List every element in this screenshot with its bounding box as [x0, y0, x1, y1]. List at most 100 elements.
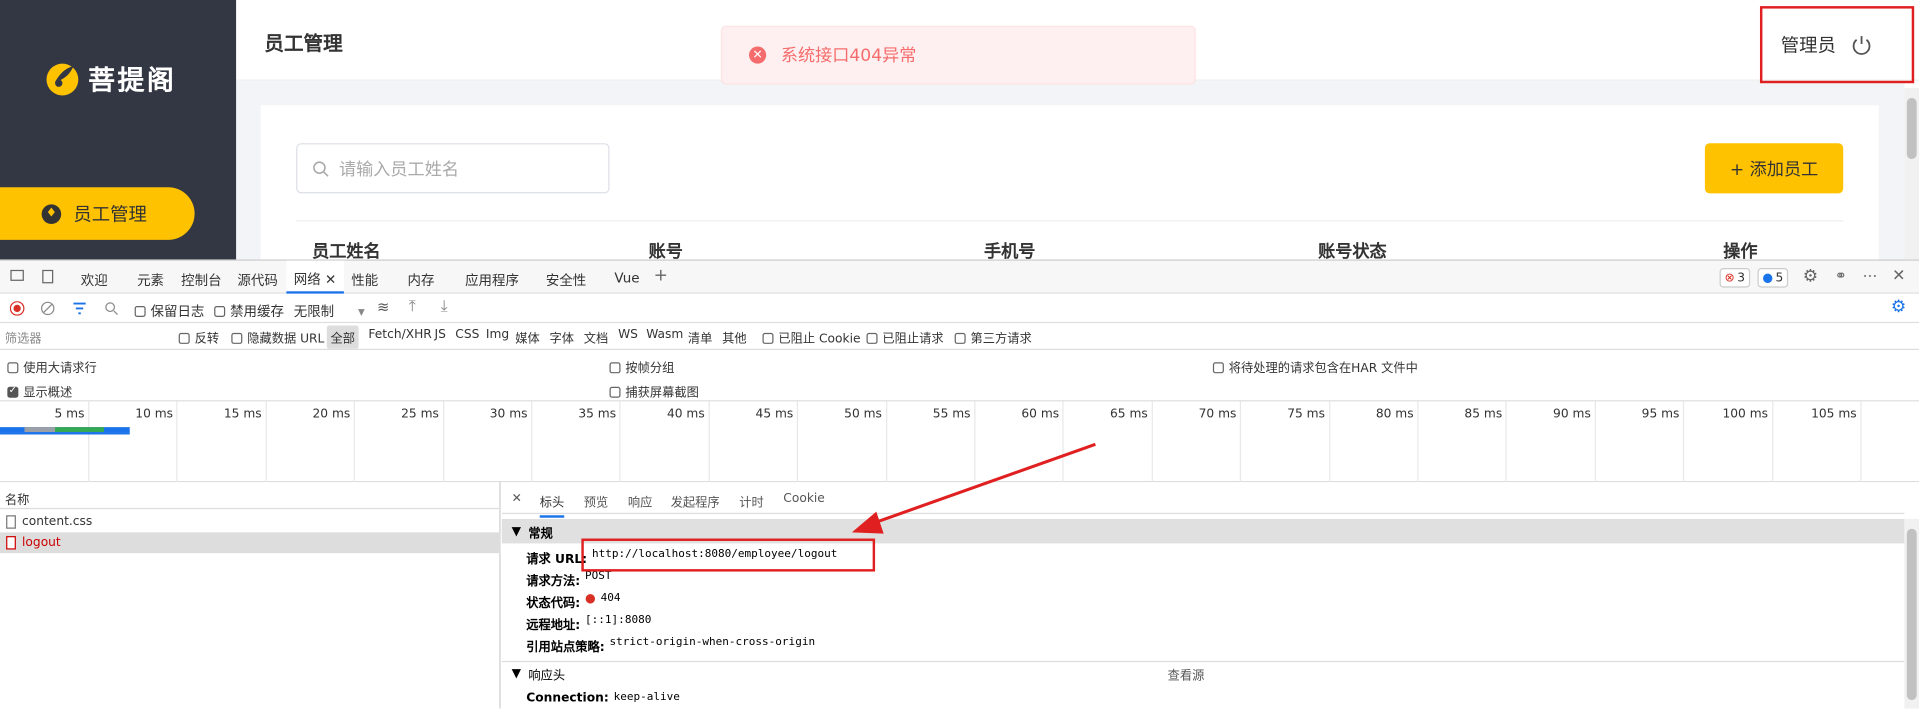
- filter-type-font[interactable]: 字体: [550, 328, 574, 346]
- timeline-gridline: [796, 401, 799, 483]
- blocked-requests-checkbox[interactable]: 已阻止请求: [866, 328, 944, 346]
- filter-type-img[interactable]: Img: [486, 328, 509, 341]
- timeline-tick-label: 20 ms: [312, 407, 351, 422]
- toast-message: 系统接口404异常: [780, 46, 917, 67]
- devtools-tab-bar: 欢迎 元素 控制台 源代码 网络 ✕ 性能 内存 应用程序 安全性 Vue + …: [0, 259, 1919, 294]
- tab-headers[interactable]: 标头: [539, 492, 565, 518]
- upload-icon[interactable]: ⤒: [409, 297, 416, 315]
- preserve-log-checkbox[interactable]: 保留日志: [134, 301, 204, 321]
- throttle-select[interactable]: 无限制 ▾: [294, 301, 365, 321]
- more-options-icon[interactable]: ⋯: [1863, 267, 1878, 284]
- timeline-tick-label: 75 ms: [1287, 407, 1325, 422]
- filter-icon[interactable]: [72, 301, 87, 316]
- blocked-cookies-checkbox[interactable]: 已阻止 Cookie: [762, 328, 861, 346]
- filter-type-css[interactable]: CSS: [455, 328, 479, 341]
- close-tab-icon[interactable]: ✕: [325, 272, 336, 288]
- invert-checkbox[interactable]: 反转: [178, 328, 219, 346]
- request-list: 名称 content.css logout: [0, 482, 501, 709]
- large-rows-label: 使用大请求行: [23, 362, 97, 376]
- tab-sources[interactable]: 源代码: [237, 270, 277, 290]
- filter-type-ws[interactable]: WS: [618, 328, 638, 341]
- tab-response[interactable]: 响应: [628, 492, 652, 510]
- add-tab-icon[interactable]: +: [654, 266, 668, 286]
- response-headers-section-header[interactable]: ▼ 响应头 查看源: [501, 660, 1905, 685]
- tab-network[interactable]: 网络 ✕: [286, 260, 344, 294]
- filter-type-fetch-xhr[interactable]: Fetch/XHR: [368, 328, 431, 341]
- tab-console[interactable]: 控制台: [181, 270, 221, 290]
- capture-screenshots-checkbox[interactable]: 捕获屏幕截图: [609, 382, 699, 400]
- error-icon: ⊗: [1724, 271, 1735, 285]
- filter-type-wasm[interactable]: Wasm: [646, 328, 683, 341]
- timeline-tick-label: 60 ms: [1021, 407, 1060, 422]
- error-badge[interactable]: ⊗ 3: [1719, 268, 1750, 288]
- filter-type-doc[interactable]: 文档: [584, 328, 608, 346]
- large-rows-checkbox[interactable]: 使用大请求行: [7, 357, 97, 376]
- download-icon[interactable]: ⤓: [441, 297, 448, 315]
- inspect-icon[interactable]: [40, 269, 55, 284]
- close-detail-icon[interactable]: ✕: [512, 492, 522, 505]
- search-input[interactable]: 请输入员工姓名: [296, 143, 610, 194]
- har-include-checkbox[interactable]: 将待处理的请求包含在HAR 文件中: [1212, 357, 1418, 376]
- third-party-checkbox[interactable]: 第三方请求: [954, 328, 1032, 346]
- close-devtools-icon[interactable]: ✕: [1892, 267, 1905, 285]
- column-header-name[interactable]: 名称: [5, 490, 29, 507]
- show-overview-checkbox[interactable]: 显示概述: [7, 382, 72, 400]
- filter-type-js[interactable]: JS: [434, 328, 445, 341]
- request-method-value: POST: [585, 570, 612, 583]
- timeline-tick-label: 11: [1872, 408, 1919, 421]
- search-icon[interactable]: [104, 301, 119, 316]
- app-scrollbar[interactable]: [1904, 88, 1919, 260]
- timeline-tick-label: 10 ms: [135, 407, 174, 422]
- request-method-row: 请求方法: POST: [526, 570, 611, 588]
- filter-type-all[interactable]: 全部: [326, 325, 359, 349]
- tab-timing[interactable]: 计时: [739, 492, 763, 510]
- sidebar-item-employee-management[interactable]: ♦ 员工管理: [0, 187, 195, 240]
- request-row[interactable]: content.css: [0, 512, 501, 533]
- network-settings-icon[interactable]: ⚙: [1891, 297, 1906, 317]
- request-url-label: 请求 URL:: [526, 553, 588, 567]
- settings-gear-icon[interactable]: ⚙: [1803, 267, 1818, 287]
- error-status-icon: ●: [585, 592, 596, 606]
- hide-data-url-label: 隐藏数据 URL: [247, 332, 325, 347]
- timeline-tick-label: 25 ms: [401, 407, 439, 422]
- clear-icon[interactable]: [40, 301, 55, 316]
- customize-icon[interactable]: ⚭: [1835, 267, 1847, 284]
- add-employee-button[interactable]: + 添加员工: [1704, 143, 1844, 194]
- timeline-tick-label: 55 ms: [932, 407, 971, 422]
- user-menu[interactable]: 管理员: [1759, 6, 1915, 84]
- device-icon[interactable]: [10, 269, 25, 284]
- tab-performance[interactable]: 性能: [351, 270, 378, 290]
- disable-cache-checkbox[interactable]: 禁用缓存: [214, 301, 284, 321]
- message-badge[interactable]: ● 5: [1757, 268, 1789, 288]
- request-row-selected[interactable]: logout: [0, 532, 501, 554]
- har-include-label: 将待处理的请求包含在HAR 文件中: [1228, 362, 1418, 376]
- request-name: content.css: [22, 515, 93, 529]
- tab-vue[interactable]: Vue: [614, 270, 639, 286]
- hide-data-url-checkbox[interactable]: 隐藏数据 URL: [231, 328, 324, 346]
- filter-bar: 筛选器 反转 隐藏数据 URL 全部 Fetch/XHR JS CSS Img …: [0, 323, 1919, 351]
- tab-memory[interactable]: 内存: [408, 270, 435, 290]
- timeline-gridline: [1594, 401, 1596, 483]
- power-icon[interactable]: [1851, 34, 1873, 56]
- tab-security[interactable]: 安全性: [546, 270, 586, 290]
- filter-type-other[interactable]: 其他: [722, 328, 746, 346]
- search-icon: [313, 160, 329, 177]
- filter-type-manifest[interactable]: 清单: [688, 328, 712, 346]
- view-source-link[interactable]: 查看源: [1168, 665, 1205, 682]
- tab-elements[interactable]: 元素: [137, 270, 164, 290]
- request-name: logout: [22, 536, 61, 550]
- timeline-tick-label: 40 ms: [666, 407, 705, 422]
- tab-preview[interactable]: 预览: [584, 492, 608, 510]
- tab-cookies[interactable]: Cookie: [783, 492, 825, 505]
- tab-initiator[interactable]: 发起程序: [671, 492, 720, 510]
- timeline-gridline: [1505, 401, 1508, 483]
- record-icon[interactable]: [9, 301, 25, 316]
- network-conditions-icon[interactable]: ≋: [377, 299, 389, 316]
- triangle-down-icon: ▼: [511, 667, 522, 681]
- tab-welcome[interactable]: 欢迎: [81, 270, 108, 290]
- filter-type-media[interactable]: 媒体: [515, 328, 539, 346]
- tab-application[interactable]: 应用程序: [465, 270, 519, 290]
- detail-scrollbar[interactable]: [1904, 518, 1919, 709]
- filter-input[interactable]: 筛选器: [5, 328, 164, 346]
- group-by-frame-checkbox[interactable]: 按帧分组: [609, 357, 674, 376]
